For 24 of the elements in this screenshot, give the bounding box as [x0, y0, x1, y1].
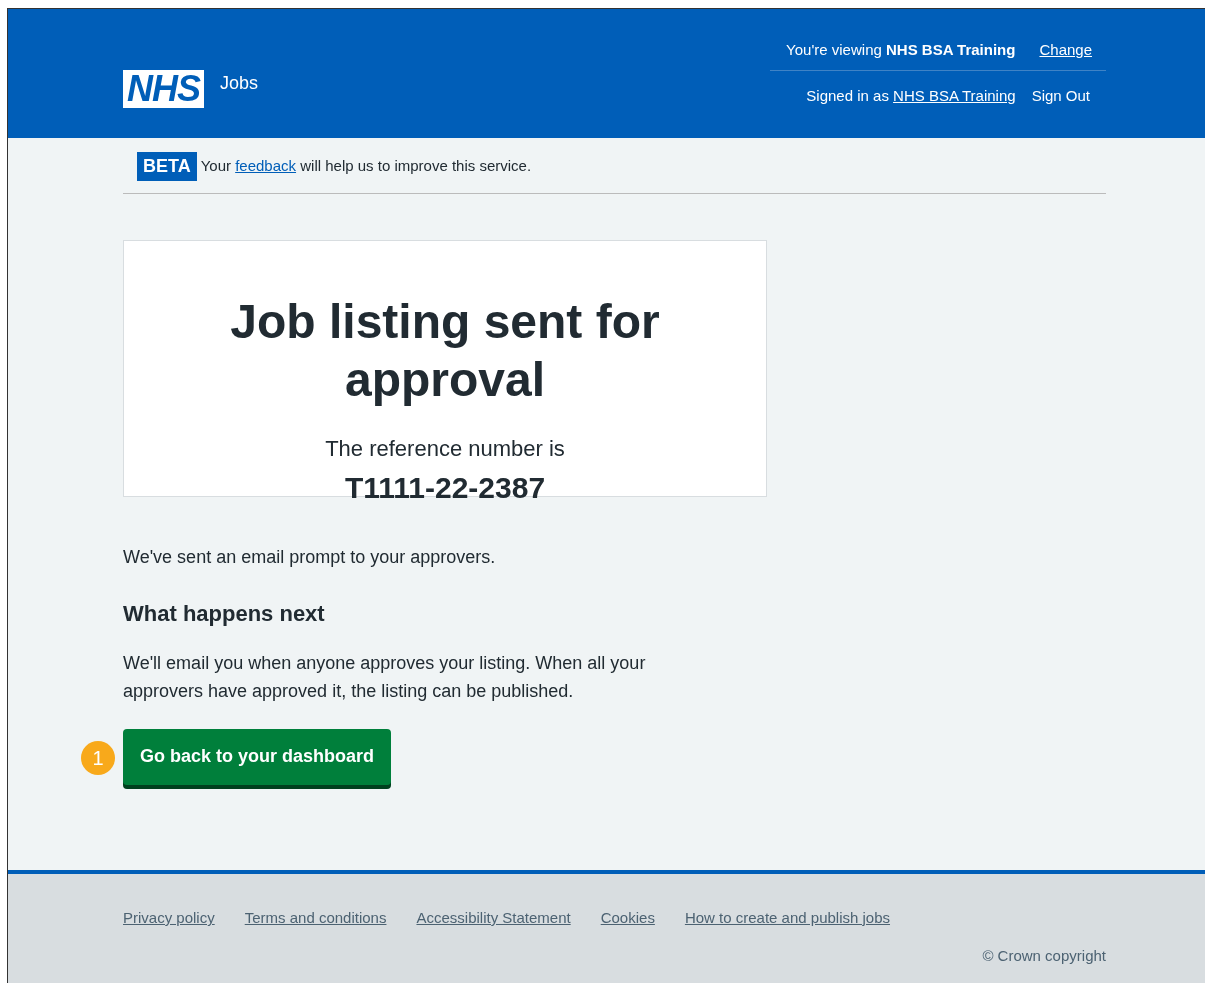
service-name: Jobs — [220, 72, 259, 95]
user-link[interactable]: NHS BSA Training — [893, 86, 1016, 104]
feedback-link[interactable]: feedback — [235, 157, 297, 175]
footer-link[interactable]: Cookies — [600, 907, 655, 930]
reference-number: T1111-22-2387 — [344, 471, 546, 505]
step-marker: 1 — [81, 741, 115, 776]
footer-link[interactable]: How to create and publish jobs — [684, 907, 890, 930]
phase-tag: BETA — [137, 152, 197, 181]
intro-text: We've sent an email prompt to your approvers. — [123, 547, 496, 567]
signed-in-text: Signed in as NHS BSA Training — [806, 85, 1016, 106]
nhs-logo[interactable]: NHS — [123, 70, 204, 108]
footer-link[interactable]: Privacy policy — [123, 907, 215, 930]
sign-out-link[interactable]: Sign Out — [1031, 84, 1090, 107]
change-link[interactable]: Change — [1039, 39, 1092, 62]
footer-link[interactable]: Terms and conditions — [244, 907, 387, 930]
footer-link[interactable]: Accessibility Statement — [416, 907, 571, 930]
section-heading: What happens next — [123, 601, 326, 628]
copyright-text: © Crown copyright — [982, 946, 1106, 964]
info-paragraph: We'll email you when anyone approves your listing. When all your approvers have approved it, the listing can be published. — [123, 653, 646, 702]
reference-label: The reference number is — [325, 436, 565, 462]
feedback-message: Your feedback will help us to improve this service. — [200, 156, 532, 177]
panel-title: Job listing sent for approval — [229, 294, 661, 408]
viewing-text: You're viewing NHS BSA Training — [786, 40, 1016, 60]
dashboard-button[interactable]: Go back to your dashboard — [123, 729, 392, 786]
